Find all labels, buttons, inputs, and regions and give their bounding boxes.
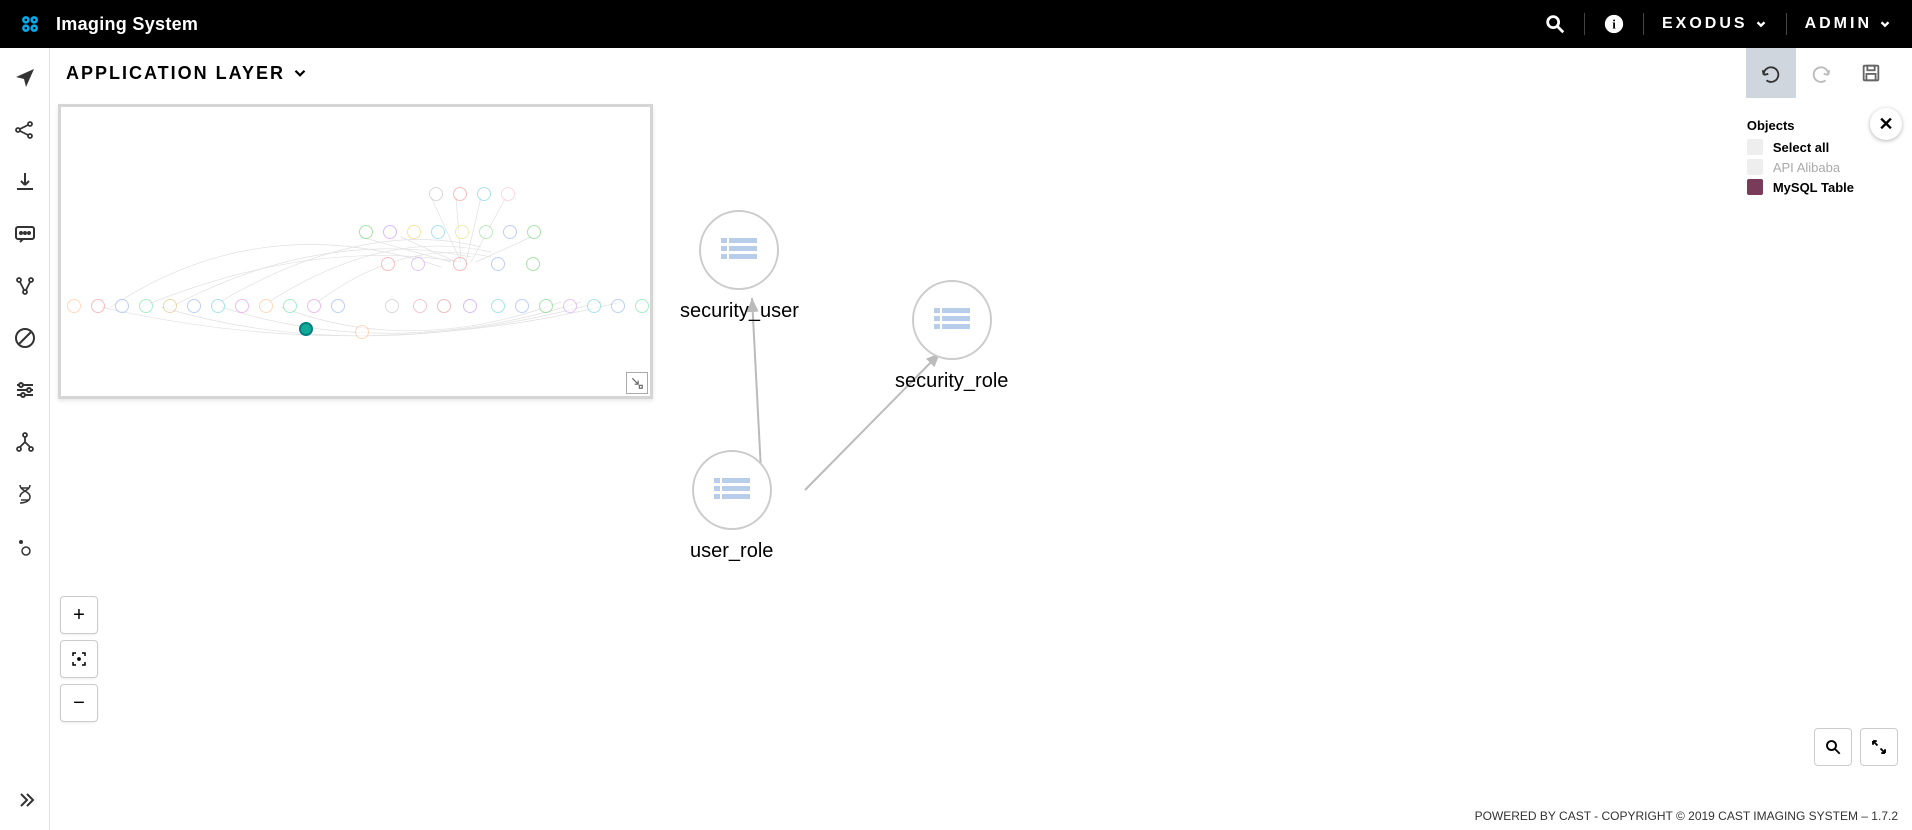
footer-text: POWERED BY CAST - COPYRIGHT © 2019 CAST … bbox=[1475, 809, 1898, 823]
info-icon[interactable]: i bbox=[1603, 13, 1625, 35]
minimap-collapse-icon[interactable] bbox=[626, 372, 648, 394]
user-label: ADMIN bbox=[1805, 15, 1872, 33]
minimap-edges bbox=[61, 107, 650, 396]
legend-select-all[interactable]: Select all bbox=[1747, 139, 1854, 155]
user-dropdown[interactable]: ADMIN bbox=[1805, 15, 1892, 33]
comment-icon[interactable] bbox=[13, 222, 37, 246]
node-circle bbox=[912, 280, 992, 360]
zoom-fit-button[interactable] bbox=[60, 640, 98, 678]
table-icon bbox=[934, 308, 970, 332]
graph-node-user-role[interactable]: user_role bbox=[690, 450, 773, 563]
legend-title: Objects bbox=[1747, 118, 1854, 133]
toolbar bbox=[1746, 48, 1896, 98]
legend-item-label: MySQL Table bbox=[1773, 180, 1854, 195]
node-circle bbox=[692, 450, 772, 530]
merge-icon[interactable] bbox=[13, 274, 37, 298]
undo-button[interactable] bbox=[1746, 48, 1796, 98]
bottom-right-controls bbox=[1814, 728, 1898, 766]
legend-item-mysql-table[interactable]: MySQL Table bbox=[1747, 179, 1854, 195]
node-circle bbox=[699, 210, 779, 290]
header-right: i EXODUS ADMIN bbox=[1544, 13, 1892, 35]
cast-logo-icon[interactable] bbox=[20, 14, 40, 34]
navigate-icon[interactable] bbox=[13, 66, 37, 90]
node-label: security_user bbox=[680, 300, 799, 323]
breadcrumb-dropdown[interactable]: APPLICATION LAYER bbox=[66, 63, 309, 84]
legend-panel: ✕ Objects Select all API Alibaba MySQL T… bbox=[1747, 112, 1898, 199]
legend-item-api-alibaba[interactable]: API Alibaba bbox=[1747, 159, 1854, 175]
divider bbox=[1786, 13, 1787, 35]
graph-canvas[interactable]: security_user security_role user_role ✕ … bbox=[50, 98, 1912, 802]
table-icon bbox=[714, 478, 750, 502]
dna-icon[interactable] bbox=[13, 482, 37, 506]
left-rail bbox=[0, 48, 50, 830]
download-icon[interactable] bbox=[13, 170, 37, 194]
node-label: security_role bbox=[895, 370, 1008, 393]
expand-rail-icon[interactable] bbox=[13, 788, 37, 812]
header: Imaging System i EXODUS ADMIN bbox=[0, 0, 1912, 48]
breadcrumb-label: APPLICATION LAYER bbox=[66, 63, 285, 84]
close-icon[interactable]: ✕ bbox=[1870, 108, 1902, 140]
fullscreen-button[interactable] bbox=[1860, 728, 1898, 766]
share-icon[interactable] bbox=[13, 118, 37, 142]
svg-text:i: i bbox=[1612, 18, 1616, 32]
header-left: Imaging System bbox=[20, 14, 198, 35]
table-icon bbox=[721, 238, 757, 262]
minimap[interactable] bbox=[58, 104, 653, 399]
graph-node-security-user[interactable]: security_user bbox=[680, 210, 799, 323]
hierarchy-icon[interactable] bbox=[13, 430, 37, 454]
divider bbox=[1643, 13, 1644, 35]
zoom-out-button[interactable]: − bbox=[60, 684, 98, 722]
prohibit-icon[interactable] bbox=[13, 326, 37, 350]
toggle-icon[interactable] bbox=[13, 534, 37, 558]
subheader: APPLICATION LAYER bbox=[50, 48, 1912, 98]
search-icon[interactable] bbox=[1544, 13, 1566, 35]
zoom-in-button[interactable]: + bbox=[60, 596, 98, 634]
project-label: EXODUS bbox=[1662, 15, 1748, 33]
node-label: user_role bbox=[690, 540, 773, 563]
app-title: Imaging System bbox=[56, 14, 198, 35]
project-dropdown[interactable]: EXODUS bbox=[1662, 15, 1768, 33]
legend-item-label: API Alibaba bbox=[1773, 160, 1840, 175]
graph-node-security-role[interactable]: security_role bbox=[895, 280, 1008, 393]
legend-select-all-label: Select all bbox=[1773, 140, 1829, 155]
search-graph-button[interactable] bbox=[1814, 728, 1852, 766]
sliders-icon[interactable] bbox=[13, 378, 37, 402]
divider bbox=[1584, 13, 1585, 35]
redo-button[interactable] bbox=[1796, 48, 1846, 98]
footer: POWERED BY CAST - COPYRIGHT © 2019 CAST … bbox=[50, 802, 1912, 830]
zoom-controls: + − bbox=[60, 596, 98, 722]
save-button[interactable] bbox=[1846, 48, 1896, 98]
